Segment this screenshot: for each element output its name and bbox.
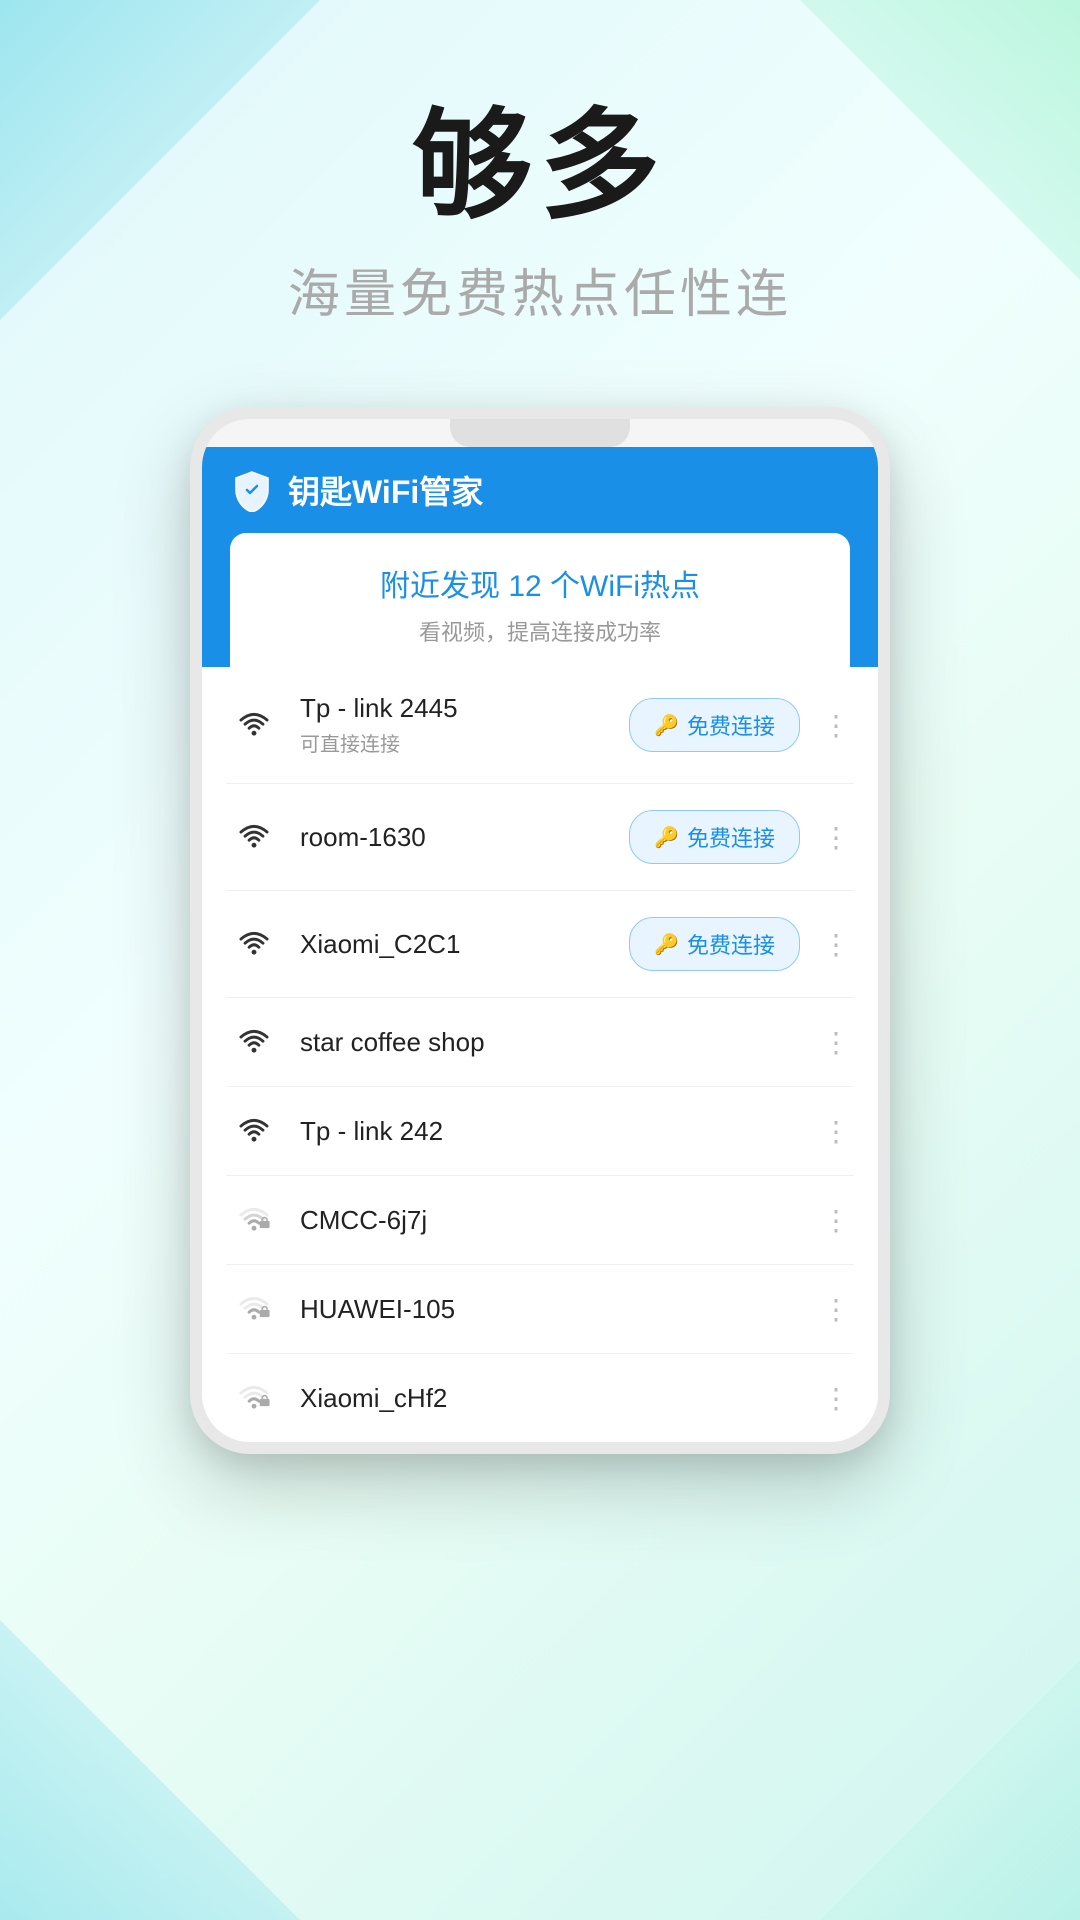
- more-options-icon[interactable]: ⋮: [818, 1382, 854, 1415]
- wifi-signal-icon: [226, 1291, 282, 1327]
- more-options-icon[interactable]: ⋮: [818, 1026, 854, 1059]
- connect-label: 免费连接: [687, 821, 775, 853]
- wifi-signal-icon: [226, 1113, 282, 1149]
- wifi-list-item: star coffee shop ⋮: [226, 998, 854, 1087]
- wifi-list: Tp - link 2445 可直接连接 🔑 免费连接 ⋮ room-1630 🔑 免费连接…: [202, 667, 878, 1442]
- connect-label: 免费连接: [687, 709, 775, 741]
- wifi-signal-icon: [226, 707, 282, 743]
- discovery-hint-text: 看视频，提高连接成功率: [254, 615, 826, 647]
- wifi-list-item[interactable]: Xiaomi_C2C1 🔑 免费连接 ⋮: [226, 891, 854, 998]
- wifi-name: CMCC-6j7j: [300, 1205, 800, 1236]
- wifi-list-item: HUAWEI-105 ⋮: [226, 1265, 854, 1354]
- more-options-icon[interactable]: ⋮: [818, 821, 854, 854]
- wifi-list-item[interactable]: room-1630 🔑 免费连接 ⋮: [226, 784, 854, 891]
- wifi-subtitle: 可直接连接: [300, 728, 611, 757]
- subtitle: 海量免费热点任性连: [288, 252, 792, 327]
- wifi-list-item: Tp - link 242 ⋮: [226, 1087, 854, 1176]
- wifi-name: Xiaomi_cHf2: [300, 1383, 800, 1414]
- app-logo-icon: [230, 468, 274, 512]
- wifi-signal-icon: [226, 1202, 282, 1238]
- corner-decoration-br: [820, 1660, 1080, 1920]
- free-connect-button[interactable]: 🔑 免费连接: [629, 698, 800, 752]
- free-connect-button[interactable]: 🔑 免费连接: [629, 810, 800, 864]
- wifi-signal-icon: [226, 819, 282, 855]
- app-title: 钥匙WiFi管家: [288, 467, 483, 513]
- wifi-name: HUAWEI-105: [300, 1294, 800, 1325]
- key-icon: 🔑: [654, 932, 679, 957]
- more-options-icon[interactable]: ⋮: [818, 1204, 854, 1237]
- wifi-info: Tp - link 2445 可直接连接: [300, 693, 611, 757]
- wifi-info: CMCC-6j7j: [300, 1205, 800, 1236]
- more-options-icon[interactable]: ⋮: [818, 1293, 854, 1326]
- wifi-name: star coffee shop: [300, 1027, 800, 1058]
- wifi-info: Xiaomi_C2C1: [300, 929, 611, 960]
- wifi-list-item: Xiaomi_cHf2 ⋮: [226, 1354, 854, 1442]
- headline: 够多: [412, 100, 668, 232]
- phone-mockup: 钥匙WiFi管家 附近发现 12 个WiFi热点 看视频，提高连接成功率 Tp …: [190, 407, 890, 1454]
- wifi-info: Tp - link 242: [300, 1116, 800, 1147]
- wifi-list-item[interactable]: Tp - link 2445 可直接连接 🔑 免费连接 ⋮: [226, 667, 854, 784]
- more-options-icon[interactable]: ⋮: [818, 1115, 854, 1148]
- app-header: 钥匙WiFi管家 附近发现 12 个WiFi热点 看视频，提高连接成功率: [202, 447, 878, 667]
- wifi-signal-icon: [226, 1380, 282, 1416]
- key-icon: 🔑: [654, 713, 679, 738]
- wifi-name: Tp - link 2445: [300, 693, 611, 724]
- wifi-list-item: CMCC-6j7j ⋮: [226, 1176, 854, 1265]
- more-options-icon[interactable]: ⋮: [818, 928, 854, 961]
- wifi-name: room-1630: [300, 822, 611, 853]
- discovery-count-text: 附近发现 12 个WiFi热点: [254, 561, 826, 605]
- key-icon: 🔑: [654, 825, 679, 850]
- phone-notch: [450, 419, 630, 447]
- corner-decoration-bl: [0, 1620, 300, 1920]
- more-options-icon[interactable]: ⋮: [818, 709, 854, 742]
- wifi-info: HUAWEI-105: [300, 1294, 800, 1325]
- wifi-name: Xiaomi_C2C1: [300, 929, 611, 960]
- wifi-signal-icon: [226, 1024, 282, 1060]
- wifi-info: Xiaomi_cHf2: [300, 1383, 800, 1414]
- wifi-discovery-card: 附近发现 12 个WiFi热点 看视频，提高连接成功率: [230, 533, 850, 667]
- connect-label: 免费连接: [687, 928, 775, 960]
- wifi-name: Tp - link 242: [300, 1116, 800, 1147]
- wifi-info: room-1630: [300, 822, 611, 853]
- wifi-signal-icon: [226, 926, 282, 962]
- free-connect-button[interactable]: 🔑 免费连接: [629, 917, 800, 971]
- wifi-info: star coffee shop: [300, 1027, 800, 1058]
